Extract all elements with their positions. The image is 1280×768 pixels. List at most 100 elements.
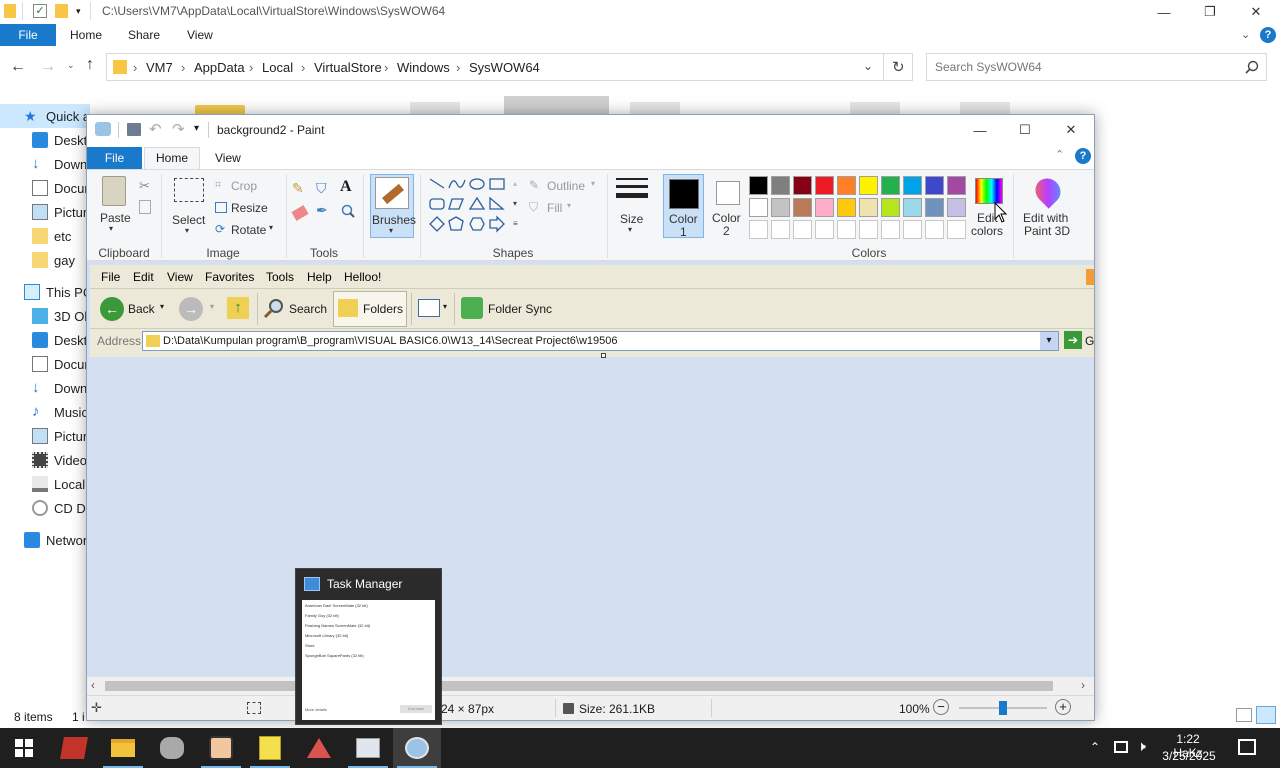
quick-access-dropdown-icon[interactable]: ▾: [76, 6, 81, 17]
palette-swatch[interactable]: [793, 176, 812, 195]
help-icon[interactable]: ?: [1075, 148, 1091, 164]
size-button[interactable]: Size ▾: [613, 174, 651, 238]
breadcrumb-item[interactable]: Local: [262, 60, 293, 75]
save-icon[interactable]: [127, 123, 141, 136]
forward-arrow-icon[interactable]: →: [40, 58, 56, 76]
taskbar-game[interactable]: [148, 728, 196, 768]
palette-swatch[interactable]: [793, 198, 812, 217]
zoom-slider[interactable]: [959, 701, 1047, 715]
address-bar[interactable]: › VM7 › AppData › Local › VirtualStore ›…: [106, 53, 913, 81]
taskbar-file-explorer[interactable]: [99, 728, 147, 768]
palette-swatch[interactable]: [837, 198, 856, 217]
tab-view[interactable]: View: [187, 24, 213, 46]
taskbar-winrar[interactable]: [50, 728, 98, 768]
color1-button[interactable]: Color 1: [663, 174, 704, 239]
breadcrumb-item[interactable]: AppData: [194, 60, 245, 75]
tab-home[interactable]: Home: [144, 147, 200, 170]
custom-color-slot[interactable]: [881, 220, 900, 239]
palette-swatch[interactable]: [859, 176, 878, 195]
taskbar-paint[interactable]: [393, 728, 441, 768]
minimize-button[interactable]: —: [1141, 0, 1187, 24]
cut-icon[interactable]: ✂: [139, 178, 150, 194]
back-arrow-icon[interactable]: ←: [10, 58, 26, 76]
text-icon[interactable]: A: [340, 178, 352, 196]
redo-icon[interactable]: ↷: [172, 120, 185, 138]
properties-icon[interactable]: ✓: [33, 4, 47, 18]
palette-swatch[interactable]: [749, 198, 768, 217]
tab-share[interactable]: Share: [128, 24, 160, 46]
breadcrumb-item[interactable]: Windows: [397, 60, 450, 75]
palette-swatch[interactable]: [925, 198, 944, 217]
palette-swatch[interactable]: [903, 176, 922, 195]
outline-dropdown[interactable]: ✎ Outline ▾: [529, 178, 609, 194]
search-box[interactable]: Search SysWOW64: [926, 53, 1267, 81]
taskbar-spongebob[interactable]: [246, 728, 294, 768]
zoom-in-button[interactable]: +: [1055, 699, 1071, 715]
palette-swatch[interactable]: [837, 176, 856, 195]
volume-icon[interactable]: 🕨: [1137, 738, 1146, 755]
show-hidden-icons[interactable]: ⌃: [1090, 740, 1100, 754]
tab-file[interactable]: File: [87, 147, 142, 169]
custom-color-slot[interactable]: [815, 220, 834, 239]
custom-color-slot[interactable]: [793, 220, 812, 239]
breadcrumb-item[interactable]: VirtualStore: [314, 60, 382, 75]
scrollbar-thumb[interactable]: [105, 681, 1053, 691]
undo-icon[interactable]: ↶: [149, 120, 162, 138]
color2-button[interactable]: Color 2: [707, 174, 748, 238]
palette-swatch[interactable]: [815, 176, 834, 195]
up-arrow-icon[interactable]: ↑: [86, 56, 94, 74]
custom-color-slot[interactable]: [859, 220, 878, 239]
breadcrumb-item[interactable]: VM7: [146, 60, 173, 75]
search-icon[interactable]: [1245, 60, 1259, 74]
custom-color-slot[interactable]: [925, 220, 944, 239]
close-button[interactable]: ✕: [1048, 118, 1094, 142]
palette-swatch[interactable]: [903, 198, 922, 217]
palette-swatch[interactable]: [859, 198, 878, 217]
start-button[interactable]: [0, 728, 48, 768]
palette-swatch[interactable]: [947, 176, 966, 195]
maximize-button[interactable]: ☐: [1002, 118, 1048, 142]
copy-icon[interactable]: [139, 200, 151, 214]
resize-handle[interactable]: [601, 353, 606, 358]
custom-color-slot[interactable]: [947, 220, 966, 239]
clock-date[interactable]: 3/25/2025: [1160, 749, 1218, 763]
notifications-icon[interactable]: [1238, 739, 1256, 755]
scroll-right-icon[interactable]: ›: [1081, 678, 1085, 692]
fill-icon[interactable]: ⛉: [316, 180, 327, 197]
help-icon[interactable]: ?: [1260, 27, 1276, 43]
brushes-button[interactable]: Brushes ▾: [370, 174, 416, 238]
scroll-left-icon[interactable]: ‹: [91, 678, 95, 692]
zoom-slider-thumb[interactable]: [999, 701, 1007, 715]
palette-swatch[interactable]: [771, 176, 790, 195]
pencil-icon[interactable]: ✎: [292, 180, 304, 197]
task-manager-preview[interactable]: Task Manager American Dad! ScreenMate (3…: [295, 568, 442, 725]
custom-color-slot[interactable]: [771, 220, 790, 239]
custom-color-slot[interactable]: [749, 220, 768, 239]
palette-swatch[interactable]: [815, 198, 834, 217]
taskbar-app[interactable]: [295, 728, 343, 768]
refresh-icon[interactable]: ↻: [892, 58, 905, 76]
network-status-icon[interactable]: [1114, 741, 1128, 753]
custom-color-slot[interactable]: [837, 220, 856, 239]
minimize-button[interactable]: —: [957, 118, 1003, 142]
customize-toolbar-icon[interactable]: ▾: [194, 123, 199, 134]
recent-dropdown-icon[interactable]: ⌄: [67, 60, 75, 71]
palette-swatch[interactable]: [925, 176, 944, 195]
zoom-out-button[interactable]: −: [933, 699, 949, 715]
select-button[interactable]: Select ▾: [171, 176, 207, 236]
breadcrumb-item[interactable]: SysWOW64: [469, 60, 540, 75]
expand-ribbon-icon[interactable]: ⌄: [1241, 28, 1250, 41]
taskbar-screenmate[interactable]: [344, 728, 392, 768]
paste-button[interactable]: Paste ▾: [95, 174, 133, 234]
edit-with-paint3d-button[interactable]: Edit with Paint 3D: [1019, 173, 1079, 238]
palette-swatch[interactable]: [881, 198, 900, 217]
large-icons-view-icon[interactable]: [1256, 706, 1276, 724]
shapes-gallery[interactable]: ▴ ▾ ≡: [425, 174, 525, 236]
new-folder-icon[interactable]: [55, 4, 68, 18]
maximize-button[interactable]: ❐: [1187, 0, 1233, 24]
magnifier-icon[interactable]: [341, 204, 355, 218]
horizontal-scrollbar[interactable]: ‹ ›: [87, 677, 1094, 695]
details-view-icon[interactable]: [1236, 708, 1252, 722]
palette-swatch[interactable]: [749, 176, 768, 195]
taskbar-family-guy[interactable]: [197, 728, 245, 768]
